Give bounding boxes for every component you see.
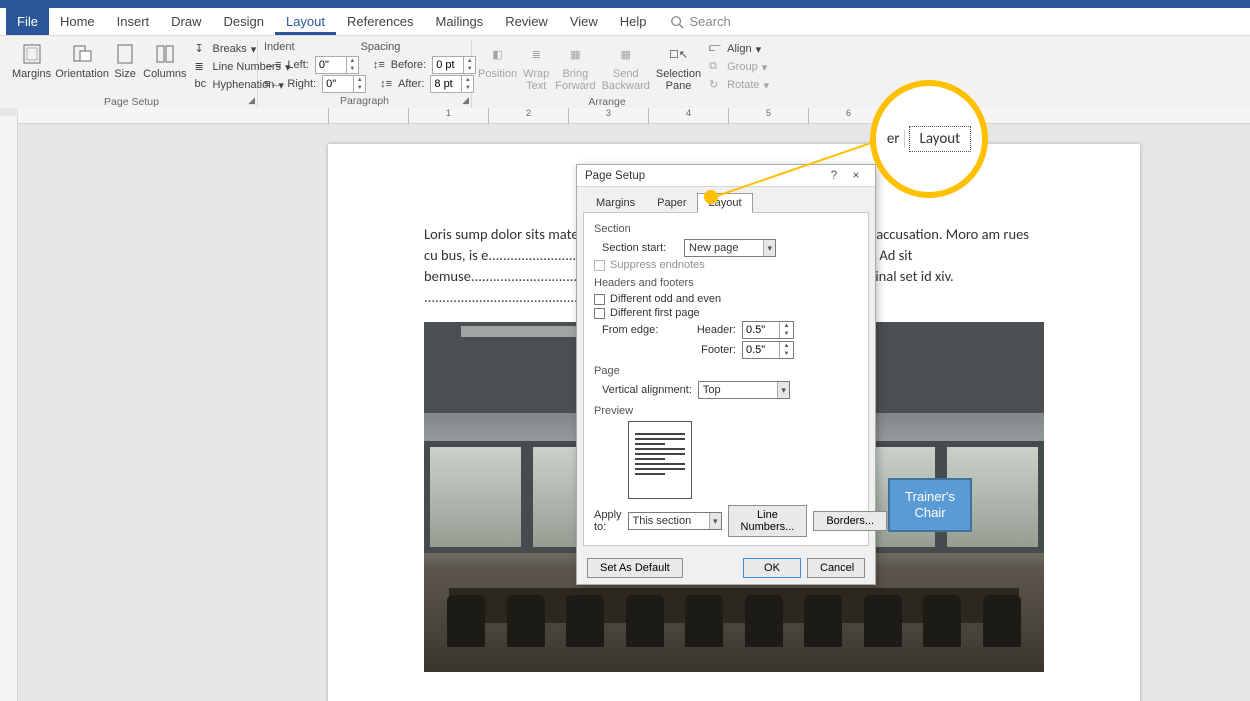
callout-magnifier: er Layout (870, 80, 988, 198)
ribbon-group-arrange: ◧Position ≣Wrap Text ▦Bring Forward ▦Sen… (472, 40, 742, 108)
menu-layout[interactable]: Layout (275, 8, 336, 35)
dialog-title: Page Setup (585, 170, 823, 182)
paragraph-launcher-icon[interactable]: ◢ (462, 95, 469, 106)
menu-bar: File Home Insert Draw Design Layout Refe… (0, 8, 1250, 36)
header-distance-input[interactable]: ▲▼ (742, 321, 794, 339)
spacing-before-input[interactable]: ▲▼ (432, 56, 476, 74)
orientation-button[interactable]: Orientation (57, 40, 107, 82)
search-icon (670, 15, 684, 29)
position-button: ◧Position (478, 40, 517, 82)
headers-footers-heading: Headers and footers (594, 277, 858, 289)
footer-distance-input[interactable]: ▲▼ (742, 341, 794, 359)
trainer-chair-shape[interactable]: Trainer's Chair (888, 478, 972, 532)
set-as-default-button[interactable]: Set As Default (587, 558, 683, 578)
tab-margins[interactable]: Margins (585, 193, 646, 213)
title-bar (0, 0, 1250, 8)
ruler-horizontal[interactable]: 1234567 (18, 108, 1250, 124)
bring-forward-button: ▦Bring Forward (555, 40, 595, 94)
menu-references[interactable]: References (336, 8, 424, 35)
size-button[interactable]: Size (113, 40, 137, 82)
section-heading: Section (594, 223, 858, 235)
preview-heading: Preview (594, 405, 858, 417)
group-label-arrange: Arrange (478, 94, 736, 109)
menu-home[interactable]: Home (49, 8, 106, 35)
callout-text-er: er (887, 130, 905, 148)
columns-button[interactable]: Columns (143, 40, 186, 82)
indent-left-input[interactable]: ▲▼ (315, 56, 359, 74)
search-placeholder: Search (690, 14, 731, 29)
group-button: ⧉Group▾ (707, 58, 771, 76)
ruler-vertical[interactable] (0, 116, 18, 701)
tab-layout[interactable]: Layout (697, 193, 752, 213)
apply-to-select[interactable]: This section▾ (628, 512, 722, 530)
cancel-button[interactable]: Cancel (807, 558, 865, 578)
menu-view[interactable]: View (559, 8, 609, 35)
indent-right-input[interactable]: ▲▼ (322, 75, 366, 93)
header-label: Header: (692, 324, 736, 336)
ribbon: Margins Orientation Size Columns ↧Breaks… (0, 36, 1250, 108)
from-edge-label: From edge: (602, 324, 678, 336)
rotate-button: ↻Rotate▾ (707, 76, 771, 94)
page-setup-launcher-icon[interactable]: ◢ (248, 95, 255, 106)
ribbon-group-page-setup: Margins Orientation Size Columns ↧Breaks… (6, 40, 258, 108)
menu-help[interactable]: Help (609, 8, 658, 35)
margins-button[interactable]: Margins (12, 40, 51, 82)
menu-mailings[interactable]: Mailings (425, 8, 495, 35)
send-backward-button: ▦Send Backward (602, 40, 650, 94)
group-label-page-setup: Page Setup (12, 94, 251, 109)
dialog-title-bar[interactable]: Page Setup ? × (577, 165, 875, 187)
callout-text-layout: Layout (909, 126, 972, 152)
wrap-text-button: ≣Wrap Text (523, 40, 549, 94)
tab-paper[interactable]: Paper (646, 193, 697, 213)
menu-draw[interactable]: Draw (160, 8, 212, 35)
ok-button[interactable]: OK (743, 558, 801, 578)
dialog-help-button[interactable]: ? (823, 170, 845, 182)
align-button[interactable]: ⫍Align▾ (707, 40, 771, 58)
tell-me-search[interactable]: Search (670, 14, 731, 29)
page-heading: Page (594, 365, 858, 377)
different-odd-even-checkbox[interactable]: Different odd and even (594, 293, 858, 305)
menu-insert[interactable]: Insert (106, 8, 161, 35)
footer-label: Footer: (692, 344, 736, 356)
line-numbers-dialog-button[interactable]: Line Numbers... (728, 505, 808, 537)
spacing-after-input[interactable]: ▲▼ (430, 75, 474, 93)
dialog-close-button[interactable]: × (845, 170, 867, 182)
borders-dialog-button[interactable]: Borders... (813, 511, 887, 531)
section-start-select[interactable]: New page▾ (684, 239, 776, 257)
menu-review[interactable]: Review (494, 8, 559, 35)
different-first-page-checkbox[interactable]: Different first page (594, 307, 858, 319)
preview-thumbnail (628, 421, 692, 499)
group-label-paragraph: Paragraph (264, 93, 465, 108)
page-setup-dialog: Page Setup ? × Margins Paper Layout Sect… (576, 164, 876, 585)
selection-pane-button[interactable]: ☐↖Selection Pane (656, 40, 701, 94)
apply-to-label: Apply to: (594, 509, 622, 533)
vertical-alignment-select[interactable]: Top▾ (698, 381, 790, 399)
menu-file[interactable]: File (6, 8, 49, 35)
ribbon-group-paragraph: IndentSpacing →≡Left: ▲▼ ↕≡Before: ▲▼ ≡←… (258, 40, 472, 108)
menu-design[interactable]: Design (213, 8, 275, 35)
suppress-endnotes-checkbox: Suppress endnotes (594, 259, 858, 271)
section-start-label: Section start: (602, 242, 678, 254)
vertical-alignment-label: Vertical alignment: (602, 384, 692, 396)
